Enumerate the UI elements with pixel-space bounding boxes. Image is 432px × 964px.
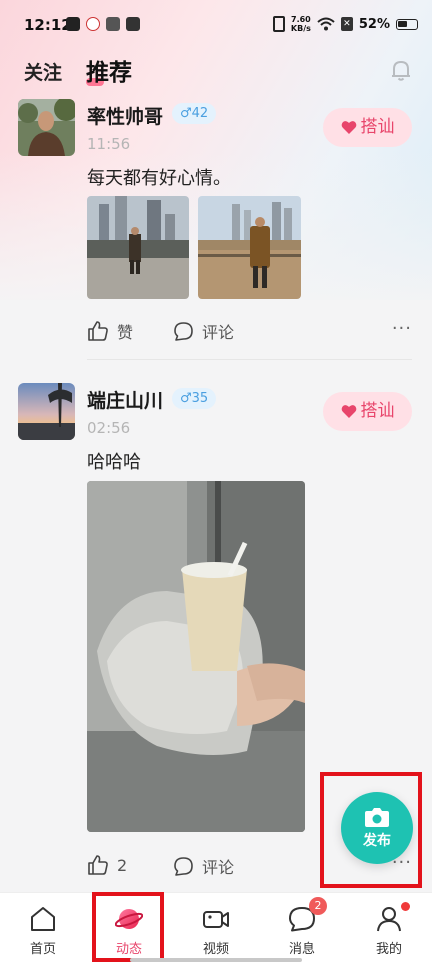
vibrate-icon [272,16,285,32]
comment-icon [174,856,193,876]
nav-messages[interactable]: 2 消息 [259,893,345,964]
person-icon [377,907,401,932]
like-label: 赞 [117,323,134,342]
nav-home-label: 首页 [29,942,56,957]
more-options-icon[interactable]: ··· [392,318,412,339]
comment-button[interactable]: 评论 [173,854,234,878]
post-photo[interactable] [87,481,305,832]
like-button[interactable]: 赞 [87,319,133,343]
post-text: 哈哈哈 [87,452,141,473]
post-photo[interactable] [87,196,189,299]
nav-video[interactable]: 视频 [173,893,259,964]
comment-icon [174,321,193,341]
username[interactable]: 率性帅哥 [87,102,163,129]
like-count: 2 [117,855,128,875]
status-time: 12:12 [24,16,72,34]
battery-percent: 52% [358,16,390,32]
status-bar: 12:12 7.60 KB/s ✕ 52% [0,0,432,50]
nav-profile[interactable]: 我的 [346,893,432,964]
thumb-up-icon [88,321,108,341]
app-notification-icon [86,17,100,31]
bottom-nav: 首页 动态 视频 2 消息 我的 [0,892,432,964]
highlight-box [92,892,164,962]
greet-label: 搭讪 [360,117,395,137]
post-photo[interactable] [198,196,301,299]
nav-profile-label: 我的 [375,942,402,957]
app-notification-icon [126,17,140,31]
post-divider [87,359,412,360]
notification-dot [401,902,410,911]
heart-icon [341,121,356,134]
heart-icon [341,405,356,418]
no-sim-icon: ✕ [340,17,353,31]
thumb-up-icon [88,855,108,875]
home-icon [31,907,55,931]
status-right: 7.60 KB/s ✕ 52% [272,14,418,34]
tab-follow[interactable]: 关注 [24,58,62,85]
greet-button[interactable]: 搭讪 [323,392,412,431]
wifi-icon [317,17,335,31]
comment-button[interactable]: 评论 [173,319,234,343]
unread-badge: 2 [309,897,327,915]
nav-messages-label: 消息 [288,942,315,957]
tab-recommend[interactable]: 推荐 [86,53,132,87]
avatar[interactable] [18,99,75,156]
network-speed: 7.60 KB/s [291,15,311,33]
post-text: 每天都有好心情。 [87,168,231,189]
network-speed-value: 7.60 [291,15,311,24]
feed-header: 关注 推荐 [0,50,432,90]
gender-age-badge: ♂35 [172,388,217,409]
greet-button[interactable]: 搭讪 [323,108,412,147]
comment-label: 评论 [202,323,235,342]
bell-icon[interactable] [388,57,414,83]
network-speed-unit: KB/s [290,24,311,33]
username[interactable]: 端庄山川 [87,386,163,413]
highlight-box [320,772,422,888]
avatar[interactable] [18,383,75,440]
greet-label: 搭讪 [360,401,395,421]
nav-video-label: 视频 [202,942,229,957]
post-time: 11:56 [87,135,131,153]
app-notification-icon [106,17,120,31]
battery-icon [396,18,418,30]
like-button[interactable]: 2 [87,854,127,876]
gender-age-badge: ♂42 [172,103,217,124]
home-indicator [130,958,302,962]
video-icon [203,911,229,928]
comment-label: 评论 [202,858,235,877]
nav-home[interactable]: 首页 [0,893,86,964]
post-time: 02:56 [87,419,131,437]
tiktok-notification-icon [66,17,80,31]
